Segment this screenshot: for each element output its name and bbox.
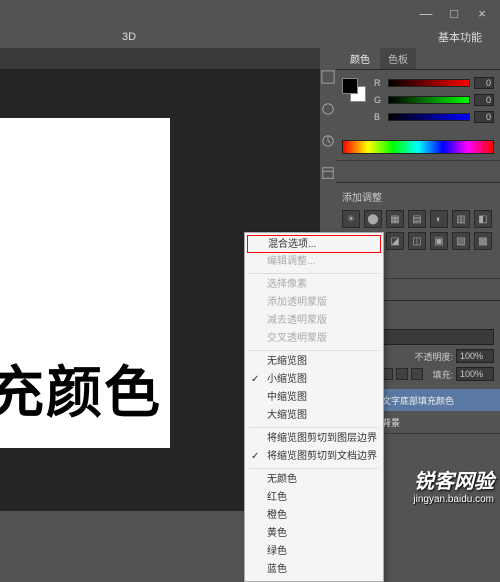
menu-item[interactable]: 无颜色 (245, 471, 383, 489)
b-value[interactable]: 0 (474, 111, 494, 123)
menu-item-label: 无缩览图 (267, 356, 307, 367)
lock-all-icon[interactable] (411, 368, 423, 380)
color-spectrum[interactable] (342, 140, 494, 154)
menu-item[interactable]: 无缩览图 (245, 353, 383, 371)
menu-item[interactable]: 混合选项... (247, 235, 381, 253)
adjustment-icon-0[interactable]: ☀ (342, 210, 360, 228)
menu-separator (249, 427, 379, 428)
menu-item[interactable]: 大缩览图 (245, 407, 383, 425)
canvas[interactable]: 充颜色 (0, 118, 170, 448)
opacity-value[interactable]: 100% (456, 349, 494, 363)
adjustment-icon-1[interactable]: ⬤ (364, 210, 382, 228)
close-button[interactable]: × (468, 3, 496, 23)
swatches-icon[interactable] (321, 70, 335, 84)
menu-item-label: 选择像素 (267, 279, 307, 290)
canvas-text: 充颜色 (0, 348, 162, 429)
tab-swatches[interactable]: 色板 (380, 48, 416, 69)
adjustment-icon-9[interactable]: ◪ (386, 232, 404, 250)
menu-item-label: 橙色 (267, 510, 287, 521)
menu-item-label: 红色 (267, 492, 287, 503)
menu-separator (249, 273, 379, 274)
fg-bg-swatch[interactable] (342, 78, 368, 104)
adjustment-icon-10[interactable]: ◫ (408, 232, 426, 250)
menu-separator (249, 350, 379, 351)
menu-item-label: 编辑调整... (267, 256, 315, 267)
layer-context-menu: 混合选项... 编辑调整... 选择像素添加透明蒙版减去透明蒙版交叉透明蒙版无缩览图… (244, 232, 384, 582)
menu-item: 添加透明蒙版 (245, 294, 383, 312)
menu-item-label: 无颜色 (267, 474, 297, 485)
b-slider[interactable] (388, 113, 470, 121)
watermark: 锐客网验 jingyan.baidu.com (413, 465, 494, 505)
menu-item-label: 大缩览图 (267, 410, 307, 421)
menu-item[interactable]: 将缩览图剪切到图层边界 (245, 430, 383, 448)
menu-item-label: 混合选项... (268, 239, 316, 250)
menu-item[interactable]: 黄色 (245, 525, 383, 543)
layer-name: 文字底部填充颜色 (382, 394, 454, 407)
adjustment-icon-13[interactable]: ▩ (474, 232, 492, 250)
fill-label: 填充: (426, 368, 453, 381)
adjustment-icon-3[interactable]: ▤ (408, 210, 426, 228)
watermark-logo: 锐客网验 (413, 465, 494, 494)
adjustment-icon-12[interactable]: ▨ (452, 232, 470, 250)
menu-item: 选择像素 (245, 276, 383, 294)
check-icon: ✓ (251, 373, 259, 387)
properties-icon[interactable] (321, 166, 335, 180)
menu-item[interactable]: 橙色 (245, 507, 383, 525)
menu-item: 交叉透明蒙版 (245, 330, 383, 348)
color-panel: 颜色 色板 R 0 G 0 B (336, 48, 500, 161)
workspace-switcher[interactable]: 基本功能 (438, 29, 482, 45)
menu-item-label: 添加透明蒙版 (267, 297, 327, 308)
adjustment-icon-6[interactable]: ◧ (474, 210, 492, 228)
adjustment-icon-5[interactable]: ▥ (452, 210, 470, 228)
tab-color[interactable]: 颜色 (342, 48, 378, 69)
menu-3d[interactable]: 3D (122, 31, 136, 43)
history-icon[interactable] (321, 134, 335, 148)
r-value[interactable]: 0 (474, 77, 494, 89)
menu-separator (249, 468, 379, 469)
menu-item-label: 黄色 (267, 528, 287, 539)
b-label: B (374, 112, 384, 122)
menu-item[interactable]: ✓ 将缩览图剪切到文档边界 (245, 448, 383, 466)
menu-item-label: 绿色 (267, 546, 287, 557)
menu-item-label: 蓝色 (267, 564, 287, 575)
menu-item-label: 减去透明蒙版 (267, 315, 327, 326)
check-icon: ✓ (251, 450, 259, 464)
menu-item[interactable]: 中缩览图 (245, 389, 383, 407)
fg-color-swatch[interactable] (342, 78, 358, 94)
watermark-url: jingyan.baidu.com (413, 494, 494, 505)
menu-item-label: 交叉透明蒙版 (267, 333, 327, 344)
g-label: G (374, 95, 384, 105)
menu-item: 编辑调整... (245, 253, 383, 271)
maximize-button[interactable]: □ (440, 3, 468, 23)
menu-item: 减去透明蒙版 (245, 312, 383, 330)
adjustment-icon-2[interactable]: ▦ (386, 210, 404, 228)
menu-item-label: 将缩览图剪切到文档边界 (267, 451, 377, 462)
menu-item-label: 将缩览图剪切到图层边界 (267, 433, 377, 444)
menu-item-label: 中缩览图 (267, 392, 307, 403)
fill-value[interactable]: 100% (456, 367, 494, 381)
r-label: R (374, 78, 384, 88)
menu-item[interactable]: 蓝色 (245, 561, 383, 579)
g-slider[interactable] (388, 96, 470, 104)
r-slider[interactable] (388, 79, 470, 87)
menu-item[interactable]: ✓ 小缩览图 (245, 371, 383, 389)
menu-item[interactable]: 绿色 (245, 543, 383, 561)
adjustments-title: 添加调整 (342, 189, 494, 204)
g-value[interactable]: 0 (474, 94, 494, 106)
lock-position-icon[interactable] (396, 368, 408, 380)
layer-name: 背景 (382, 416, 400, 429)
document-tab[interactable] (0, 48, 320, 70)
minimize-button[interactable]: — (412, 3, 440, 23)
adjustment-icon-11[interactable]: ▣ (430, 232, 448, 250)
styles-icon[interactable] (321, 102, 335, 116)
adjustment-icon-4[interactable]: ◐ (430, 210, 448, 228)
menu-item[interactable]: 红色 (245, 489, 383, 507)
menu-item-label: 小缩览图 (267, 374, 307, 385)
